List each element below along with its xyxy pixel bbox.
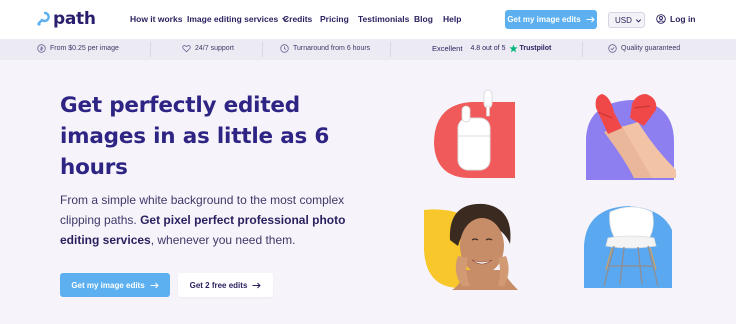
airpod-right (483, 89, 493, 109)
benefit-quality-label: Quality guaranteed (621, 45, 681, 52)
primary-cta-label: Get my image edits (71, 280, 145, 290)
benefit-quality: Quality guaranteed (608, 44, 680, 53)
login-label: Log in (670, 14, 696, 24)
divider (262, 42, 263, 57)
hero-subtext: From a simple white background to the mo… (60, 190, 360, 250)
chair-backrest (609, 206, 654, 241)
nav-services-label: Image editing services (187, 14, 279, 24)
chevron-down-icon (635, 18, 641, 22)
login-link[interactable]: Log in (656, 14, 696, 24)
currency-value: USD (615, 15, 632, 25)
hero-headline: Get perfectly edited images in as little… (60, 93, 330, 180)
chair-image (584, 206, 672, 288)
portrait-image (424, 203, 518, 290)
logo-mark-icon (37, 11, 50, 26)
arrow-right-icon (252, 282, 262, 288)
secondary-cta-label: Get 2 free edits (189, 280, 248, 290)
header-get-edits-button[interactable]: Get my image edits (505, 10, 597, 29)
get-image-edits-button[interactable]: Get my image edits (60, 273, 170, 297)
header-cta-label: Get my image edits (507, 15, 581, 24)
arrow-right-icon (150, 282, 159, 288)
trustpilot-rating: 4.8 out of 5 (470, 45, 506, 52)
heart-icon (182, 45, 191, 53)
clock-icon (280, 44, 289, 53)
nav-testimonials[interactable]: Testimonials (358, 14, 409, 24)
arrow-right-icon (586, 16, 595, 23)
trustpilot-brand: Trustpilot (519, 45, 552, 52)
user-icon (656, 14, 666, 24)
nav-blog[interactable]: Blog (414, 14, 433, 24)
airpod-left (461, 105, 471, 123)
airpods-case (457, 117, 491, 171)
benefit-price-label: From $0.25 per image (50, 45, 119, 52)
get-free-edits-button[interactable]: Get 2 free edits (178, 273, 273, 297)
airpods-image (434, 89, 515, 178)
benefits-strip: From $0.25 per image 24/7 support Turnar… (0, 39, 736, 60)
trustpilot-label: Excellent (432, 44, 463, 53)
benefit-turnaround: Turnaround from 6 hours (280, 44, 370, 53)
divider (150, 42, 151, 57)
logo[interactable]: path (36, 9, 96, 29)
currency-select[interactable]: USD (608, 12, 645, 28)
badge-check-icon (608, 44, 617, 53)
divider (390, 42, 391, 57)
nav-image-editing-services[interactable]: Image editing services (187, 14, 289, 24)
sneakers-image (586, 94, 676, 180)
benefit-price: From $0.25 per image (37, 44, 119, 53)
divider (582, 42, 583, 57)
face (460, 218, 504, 274)
trustpilot-widget[interactable]: Excellent 4.8 out of 5 Trustpilot (432, 44, 551, 53)
logo-text: path (53, 9, 96, 29)
site-header: path How it works Image editing services… (0, 0, 736, 39)
benefit-support-label: 24/7 support (195, 45, 234, 52)
nav-pricing[interactable]: Pricing (320, 14, 349, 24)
trustpilot-star-icon (509, 44, 519, 53)
nav-credits[interactable]: Credits (283, 14, 312, 24)
benefit-support: 24/7 support (182, 44, 234, 53)
nav-how-it-works[interactable]: How it works (130, 14, 182, 24)
benefit-turnaround-label: Turnaround from 6 hours (293, 45, 371, 52)
coin-icon (37, 44, 46, 53)
nav-help[interactable]: Help (443, 14, 461, 24)
hero-subtext-tail: , whenever you need them. (150, 233, 296, 247)
